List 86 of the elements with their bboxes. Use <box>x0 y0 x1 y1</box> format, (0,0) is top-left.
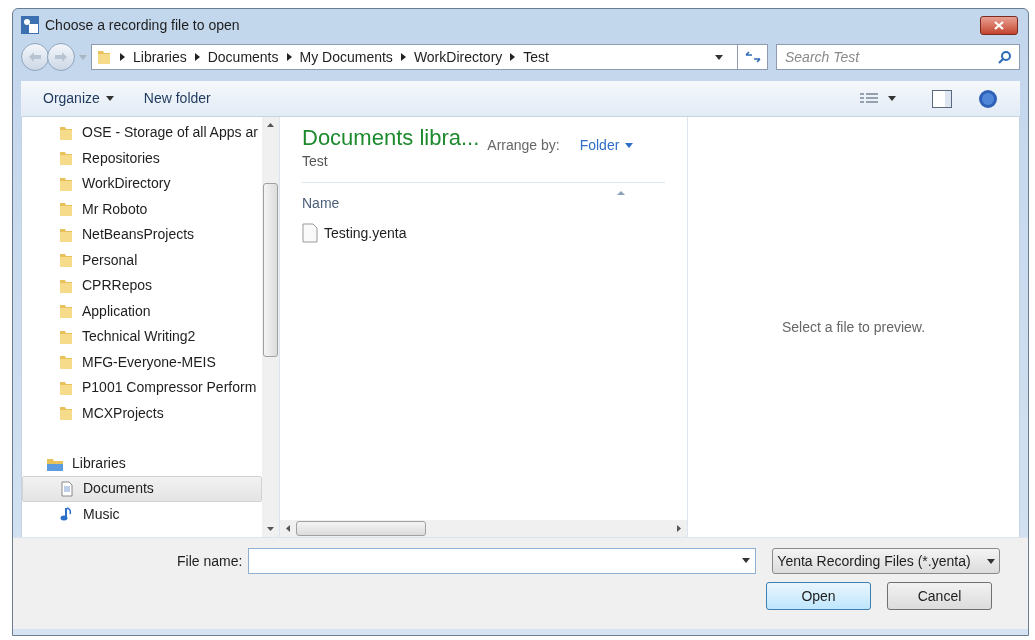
library-item[interactable]: Documents <box>22 476 262 502</box>
breadcrumb[interactable]: Test <box>523 46 549 68</box>
name-column-header[interactable]: Name <box>302 183 665 215</box>
forward-button[interactable] <box>47 43 75 71</box>
chevron-icon <box>510 53 516 61</box>
window-title: Choose a recording file to open <box>45 15 240 35</box>
folder-item[interactable]: Personal <box>22 247 262 273</box>
folder-icon <box>58 124 74 141</box>
scroll-down-icon <box>267 527 274 531</box>
back-arrow-icon <box>29 52 41 62</box>
caret-icon <box>987 558 996 564</box>
folder-item[interactable]: Mr Roboto <box>22 196 262 222</box>
back-button[interactable] <box>21 43 49 71</box>
dropdown-caret-icon <box>742 558 751 563</box>
view-options-button[interactable] <box>860 91 896 106</box>
folder-icon <box>96 49 112 65</box>
preview-pane-icon[interactable] <box>932 89 952 108</box>
breadcrumb[interactable]: WorkDirectory <box>413 46 503 68</box>
folder-item[interactable]: CPRRepos <box>22 273 262 299</box>
library-title: Documents libra... <box>302 125 480 151</box>
open-button[interactable]: Open <box>766 582 871 610</box>
breadcrumb[interactable]: Libraries <box>133 46 187 68</box>
folder-icon <box>58 303 74 320</box>
folder-icon <box>58 252 74 269</box>
preview-message: Select a file to preview. <box>781 317 926 337</box>
chevron-icon <box>120 53 125 61</box>
arrange-dropdown[interactable]: Folder <box>579 135 634 156</box>
breadcrumb[interactable]: My Documents <box>299 46 393 68</box>
folder-item[interactable]: MFG-Everyone-MEIS <box>22 349 262 375</box>
horizontal-scrollbar[interactable] <box>280 520 687 537</box>
scroll-thumb[interactable] <box>296 521 426 536</box>
breadcrumb[interactable]: Documents <box>207 46 279 68</box>
folder-icon <box>58 175 74 192</box>
folder-icon <box>58 277 74 294</box>
document-icon <box>59 480 75 497</box>
folder-icon <box>58 150 74 167</box>
scroll-thumb[interactable] <box>263 183 278 357</box>
address-bar[interactable]: Libraries Documents My Documents WorkDirectory Test <box>91 44 768 70</box>
refresh-icon <box>744 51 761 63</box>
folder-item[interactable]: Application <box>22 298 262 324</box>
scroll-up-icon <box>267 123 274 127</box>
folder-icon <box>58 226 74 243</box>
file-name-field[interactable] <box>248 548 757 574</box>
search-icon <box>998 50 1012 64</box>
sort-arrow-icon <box>617 191 625 195</box>
folder-icon <box>58 379 74 396</box>
chevron-icon <box>286 53 292 61</box>
vertical-scrollbar[interactable] <box>262 117 279 537</box>
folder-icon <box>58 354 74 371</box>
caret-icon <box>105 96 114 101</box>
arrange-label: Arrange by: <box>487 136 560 155</box>
close-button[interactable] <box>980 15 1018 35</box>
new-folder-button[interactable]: New folder <box>143 88 211 109</box>
libraries-item[interactable]: Libraries <box>22 451 262 476</box>
cancel-button[interactable]: Cancel <box>887 582 992 610</box>
search-field[interactable]: Search Test <box>776 44 1020 70</box>
folder-item[interactable]: OSE - Storage of all Apps ar <box>22 120 262 146</box>
folder-item[interactable]: Repositories <box>22 145 262 171</box>
folder-icon <box>58 201 74 218</box>
help-icon[interactable] <box>978 88 998 109</box>
caret-icon <box>888 96 896 101</box>
folder-icon <box>58 405 74 422</box>
chevron-icon <box>400 53 406 61</box>
list-view-icon <box>860 91 878 106</box>
close-icon <box>994 20 1004 30</box>
caret-icon <box>625 143 634 148</box>
folder-item[interactable]: P1001 Compressor Perform <box>22 375 262 401</box>
folder-item[interactable]: Technical Writing2 <box>22 324 262 350</box>
forward-arrow-icon <box>55 52 67 62</box>
organize-button[interactable]: Organize <box>43 88 114 109</box>
history-caret-icon <box>79 54 87 60</box>
file-name-label: File name: <box>177 551 243 571</box>
file-item[interactable]: Testing.yenta <box>302 219 411 247</box>
file-icon <box>302 223 318 243</box>
library-item[interactable]: Music <box>22 501 262 527</box>
folder-item[interactable]: NetBeansProjects <box>22 222 262 248</box>
folder-icon <box>58 328 74 345</box>
folder-item[interactable]: MCXProjects <box>22 400 262 426</box>
library-subtitle: Test <box>302 152 329 171</box>
address-dropdown-icon <box>715 54 723 60</box>
app-icon <box>21 16 39 34</box>
scroll-right-icon <box>677 525 681 532</box>
scroll-left-icon <box>286 525 290 532</box>
folder-item[interactable]: WorkDirectory <box>22 171 262 197</box>
chevron-icon <box>194 53 200 61</box>
file-type-dropdown[interactable]: Yenta Recording Files (*.yenta) <box>772 548 1001 574</box>
